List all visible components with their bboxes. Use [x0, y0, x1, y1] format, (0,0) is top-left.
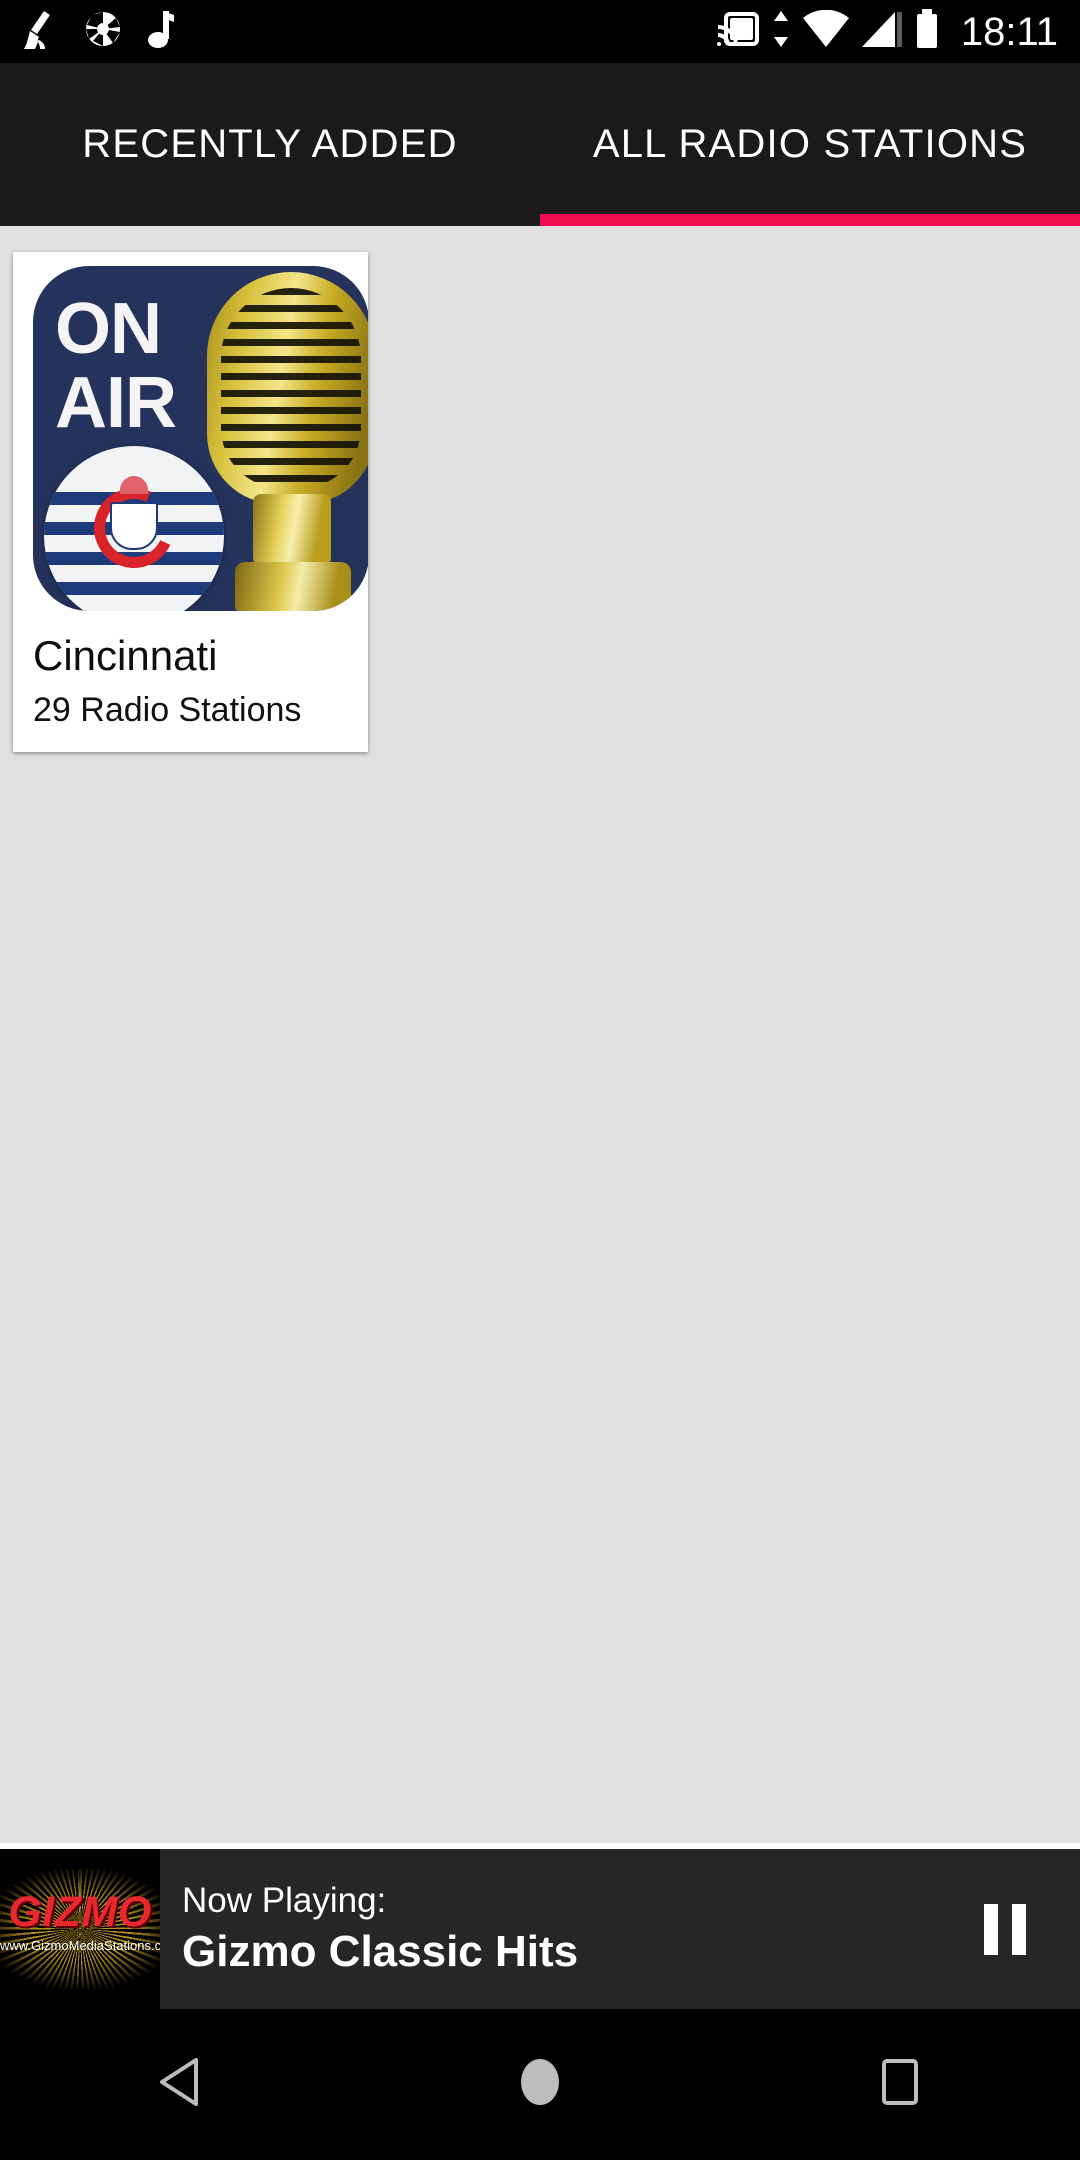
camera-aperture-icon [84, 10, 122, 53]
station-card-artwork: ON AIR [13, 252, 368, 611]
station-grid: ON AIR Cincinnati 29 Radio Stations [0, 226, 1080, 1847]
status-bar-right-icons: 18:11 [716, 9, 1058, 54]
gizmo-url-text: www.GizmoMediaStations.com [0, 1938, 160, 1953]
station-card-cincinnati[interactable]: ON AIR Cincinnati 29 Radio Stations [13, 252, 368, 752]
cellular-signal-icon [861, 10, 902, 53]
now-playing-text: Now Playing: Gizmo Classic Hits [160, 1849, 930, 2009]
tab-recently-added-label: RECENTLY ADDED [82, 122, 458, 166]
station-card-title: Cincinnati [33, 632, 218, 679]
status-bar-clock: 18:11 [960, 9, 1058, 54]
gizmo-logo-artwork: GIZMO www.GizmoMediaStations.com [0, 1849, 160, 2009]
tab-all-radio-stations-label: ALL RADIO STATIONS [592, 122, 1028, 166]
music-note-icon [148, 9, 176, 54]
wifi-icon [802, 9, 849, 53]
vintage-microphone-icon [197, 272, 368, 611]
tab-bar: RECENTLY ADDED ALL RADIO STATIONS [0, 63, 1080, 226]
tab-indicator-active [540, 214, 1080, 226]
on-air-line-2: AIR [55, 363, 177, 443]
broom-clean-icon [20, 9, 58, 54]
station-card-body: Cincinnati 29 Radio Stations [13, 611, 368, 752]
tab-recently-added[interactable]: RECENTLY ADDED [0, 63, 540, 226]
nav-recents-button[interactable] [720, 2009, 1080, 2160]
now-playing-bar[interactable]: GIZMO www.GizmoMediaStations.com Now Pla… [0, 1849, 1080, 2009]
station-card-subtitle: 29 Radio Stations [33, 691, 302, 730]
pause-button[interactable] [930, 1849, 1080, 2009]
home-circle-icon [518, 2056, 562, 2113]
pause-icon [984, 1903, 1026, 1955]
nav-back-button[interactable] [0, 2009, 360, 2160]
cast-icon [716, 11, 759, 52]
now-playing-station-name: Gizmo Classic Hits [182, 1926, 579, 1976]
status-bar: 18:11 [0, 0, 1080, 63]
on-air-microphone-artwork: ON AIR [33, 266, 368, 611]
gizmo-brand-text: GIZMO [8, 1888, 152, 1936]
nav-home-button[interactable] [360, 2009, 720, 2160]
battery-icon [915, 9, 939, 54]
now-playing-label: Now Playing: [182, 1880, 387, 1920]
back-triangle-icon [158, 2058, 202, 2111]
recents-square-icon [880, 2058, 920, 2111]
tab-all-radio-stations[interactable]: ALL RADIO STATIONS [540, 63, 1080, 226]
status-bar-left-icons [20, 9, 176, 54]
android-navigation-bar [0, 2009, 1080, 2160]
on-air-text: ON AIR [55, 289, 177, 443]
on-air-line-1: ON [55, 289, 162, 369]
data-transfer-icon [772, 10, 790, 53]
